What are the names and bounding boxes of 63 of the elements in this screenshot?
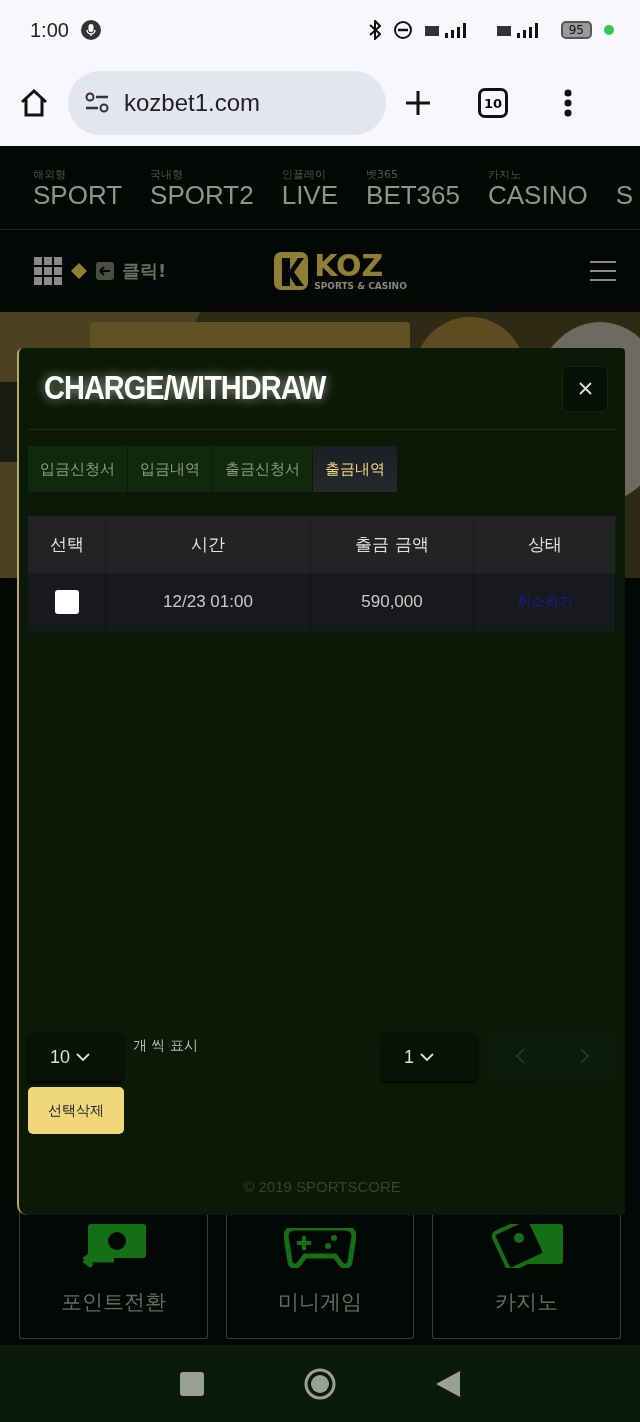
- tab-count-button[interactable]: 10: [478, 88, 508, 118]
- k-logo-icon: [274, 252, 309, 290]
- chevron-left-icon: [516, 1048, 525, 1064]
- chevron-down-icon: [76, 1052, 91, 1062]
- nav-sublabel: 인플레이: [281, 166, 327, 181]
- column-header: 시간: [106, 516, 311, 573]
- plus-icon[interactable]: [404, 89, 432, 117]
- back-icon[interactable]: [436, 1370, 460, 1397]
- nav-link[interactable]: SPORT2: [150, 180, 254, 209]
- diamond-icon: [70, 262, 88, 280]
- table-cell: 12/23 01:00: [106, 573, 311, 631]
- nav-link[interactable]: SPORT: [33, 180, 123, 209]
- playing-cards-icon: [490, 1224, 563, 1268]
- tab[interactable]: 입금내역: [128, 446, 213, 492]
- bluetooth-icon: [368, 20, 381, 40]
- tab[interactable]: 출금신청서: [213, 446, 313, 492]
- tile-label: 포인트전환: [60, 1289, 166, 1316]
- microphone-icon: [80, 20, 101, 40]
- recent-apps-icon[interactable]: [180, 1371, 204, 1396]
- home-button-icon[interactable]: [304, 1367, 336, 1400]
- page-size-label: 개 씩 표시: [133, 1037, 198, 1055]
- nav-link[interactable]: BET365: [366, 180, 460, 209]
- nav-link[interactable]: S: [615, 180, 634, 209]
- nav-link[interactable]: LIVE: [281, 180, 339, 209]
- dot-icon: [604, 25, 614, 35]
- battery-level: 95: [560, 21, 592, 39]
- column-header: 상태: [474, 516, 616, 573]
- nav-sublabel: 카지노: [488, 166, 522, 181]
- gamepad-icon: [284, 1228, 356, 1268]
- column-header: 출금 금액: [311, 516, 474, 573]
- page-size-select[interactable]: 10: [28, 1033, 123, 1081]
- do-not-disturb-icon: [392, 20, 413, 40]
- row-checkbox[interactable]: [54, 590, 79, 614]
- logo-tagline: SPORTS & CASINO: [314, 281, 407, 291]
- chevron-right-icon: [580, 1048, 589, 1064]
- column-header: 선택: [28, 516, 106, 573]
- page-select[interactable]: 1: [382, 1033, 477, 1081]
- table-cell: 590,000: [311, 573, 474, 631]
- nav-sublabel: 벳365: [366, 166, 400, 181]
- tab[interactable]: 입금신청서: [28, 446, 128, 492]
- tile-label: 카지노: [495, 1289, 559, 1316]
- site-settings-icon: [84, 92, 110, 114]
- tab[interactable]: 출금내역: [313, 446, 398, 492]
- status-time: 1:00: [30, 18, 69, 42]
- address-bar[interactable]: kozbet1.com: [68, 71, 386, 135]
- dialog-title: CHARGE/WITHDRAW: [44, 369, 326, 408]
- tile-label: 미니게임: [278, 1289, 362, 1316]
- arrow-left-icon: [96, 262, 114, 280]
- close-button[interactable]: [562, 365, 608, 412]
- delete-selected-button[interactable]: 선택삭제: [28, 1087, 124, 1134]
- nav-sublabel: 해외형: [33, 166, 67, 181]
- nav-link[interactable]: CASINO: [488, 180, 588, 209]
- close-icon: [578, 382, 592, 395]
- more-menu-icon[interactable]: [564, 89, 572, 117]
- menu-icon[interactable]: [590, 260, 616, 282]
- home-icon[interactable]: [18, 87, 50, 119]
- grid-icon[interactable]: [34, 257, 62, 285]
- nav-sublabel: 국내형: [150, 166, 185, 181]
- money-exchange-icon: [80, 1224, 147, 1268]
- logo-text: KOZ: [314, 251, 384, 281]
- url-text: kozbet1.com: [124, 89, 261, 117]
- chevron-down-icon: [420, 1052, 434, 1062]
- click-label[interactable]: 클릭!: [122, 259, 167, 283]
